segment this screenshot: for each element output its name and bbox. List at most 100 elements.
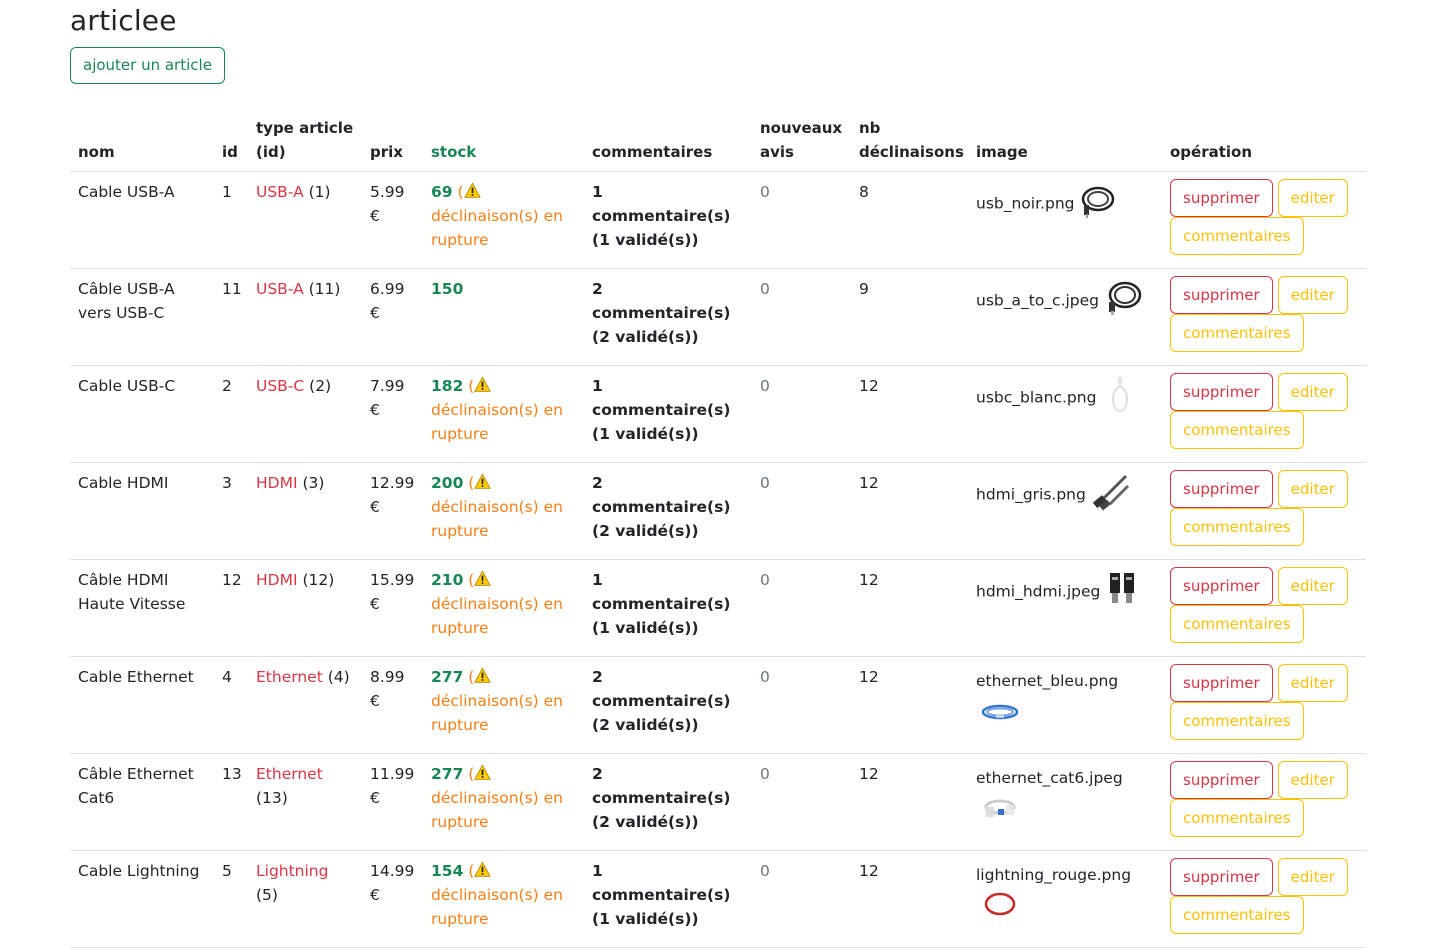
warning-icon <box>474 570 492 589</box>
comments-button[interactable]: commentaires <box>1170 314 1304 352</box>
article-name: Cable HDMI <box>78 474 169 492</box>
article-image-filename: usb_a_to_c.jpeg <box>976 291 1100 310</box>
article-declinaisons-count: 12 <box>859 571 879 589</box>
header-declinaisons: nb déclinaisons <box>851 116 968 172</box>
article-type-link[interactable]: HDMI <box>256 474 298 492</box>
edit-button[interactable]: editer <box>1277 761 1348 799</box>
cell-commentaires: 1 commentaire(s) (1 validé(s)) <box>584 365 752 463</box>
comments-button[interactable]: commentaires <box>1170 508 1304 546</box>
edit-button[interactable]: editer <box>1277 373 1348 411</box>
cell-avis: 0 <box>752 462 851 560</box>
warning-icon <box>474 861 492 880</box>
comments-button[interactable]: commentaires <box>1170 217 1304 255</box>
cell-nom: Cable Lightning <box>70 850 214 948</box>
header-commentaires: commentaires <box>584 116 752 172</box>
article-type-link[interactable]: Lightning <box>256 862 328 880</box>
article-price: 5.99 € <box>370 183 405 225</box>
article-comments-count: 2 commentaire(s) (2 validé(s)) <box>592 280 731 346</box>
white-usb-c-cable-thumbnail <box>1100 375 1140 415</box>
cell-stock: 200 ( déclinaison(s) en rupture <box>423 462 584 560</box>
article-new-reviews: 0 <box>760 668 770 686</box>
article-new-reviews: 0 <box>760 377 770 395</box>
delete-button[interactable]: supprimer <box>1170 567 1273 605</box>
article-type-link[interactable]: USB-A <box>256 183 304 201</box>
blue-ethernet-cable-thumbnail <box>980 690 1020 730</box>
comments-button[interactable]: commentaires <box>1170 799 1304 837</box>
table-body: Cable USB-A 1 USB-A (1) 5.99 € 69 ( décl… <box>70 171 1366 948</box>
cell-type: HDMI (12) <box>248 559 362 657</box>
article-type-link[interactable]: HDMI <box>256 571 298 589</box>
comments-button[interactable]: commentaires <box>1170 411 1304 449</box>
cell-operation: supprimer editer commentaires <box>1162 462 1366 560</box>
article-type-link[interactable]: Ethernet <box>256 668 323 686</box>
article-price: 12.99 € <box>370 474 415 516</box>
edit-button[interactable]: editer <box>1277 567 1348 605</box>
article-type-id: (5) <box>256 886 278 904</box>
warning-icon <box>463 182 481 201</box>
cell-avis: 0 <box>752 365 851 463</box>
warning-text: déclinaison(s) en rupture <box>431 401 563 443</box>
article-new-reviews: 0 <box>760 183 770 201</box>
add-article-button[interactable]: ajouter un article <box>70 47 225 84</box>
edit-button[interactable]: editer <box>1277 276 1348 314</box>
cell-stock: 210 ( déclinaison(s) en rupture <box>423 559 584 657</box>
cell-id: 5 <box>214 850 248 948</box>
delete-button[interactable]: supprimer <box>1170 858 1273 896</box>
cell-prix: 7.99 € <box>362 365 423 463</box>
comments-button[interactable]: commentaires <box>1170 702 1304 740</box>
comments-button[interactable]: commentaires <box>1170 605 1304 643</box>
cell-operation: supprimer editer commentaires <box>1162 850 1366 948</box>
article-type-link[interactable]: USB-C <box>256 377 304 395</box>
delete-button[interactable]: supprimer <box>1170 276 1273 314</box>
cell-avis: 0 <box>752 268 851 366</box>
cell-id: 2 <box>214 365 248 463</box>
article-type-id: (13) <box>256 789 288 807</box>
cell-type: USB-A (11) <box>248 268 362 366</box>
delete-button[interactable]: supprimer <box>1170 761 1273 799</box>
cell-image: lightning_rouge.png <box>968 850 1162 948</box>
edit-button[interactable]: editer <box>1277 470 1348 508</box>
cell-stock: 182 ( déclinaison(s) en rupture <box>423 365 584 463</box>
delete-button[interactable]: supprimer <box>1170 470 1273 508</box>
cell-type: HDMI (3) <box>248 462 362 560</box>
edit-button[interactable]: editer <box>1277 858 1348 896</box>
article-new-reviews: 0 <box>760 474 770 492</box>
article-id: 1 <box>222 183 232 201</box>
delete-button[interactable]: supprimer <box>1170 664 1273 702</box>
article-stock: 210 <box>431 571 464 589</box>
cell-id: 4 <box>214 656 248 754</box>
delete-button[interactable]: supprimer <box>1170 179 1273 217</box>
article-type-id: (3) <box>302 474 325 492</box>
delete-button[interactable]: supprimer <box>1170 373 1273 411</box>
article-id: 2 <box>222 377 232 395</box>
warning-text: déclinaison(s) en rupture <box>431 498 563 540</box>
white-ethernet-cat6-thumbnail <box>980 787 1020 827</box>
article-name: Câble Ethernet Cat6 <box>78 765 194 807</box>
cell-commentaires: 2 commentaire(s) (2 validé(s)) <box>584 656 752 754</box>
cell-nom: Cable USB-A <box>70 171 214 269</box>
article-type-link[interactable]: USB-A <box>256 280 304 298</box>
article-comments-count: 1 commentaire(s) (1 validé(s)) <box>592 571 731 637</box>
article-type-id: (1) <box>308 183 331 201</box>
cell-id: 11 <box>214 268 248 366</box>
edit-button[interactable]: editer <box>1277 664 1348 702</box>
cell-avis: 0 <box>752 753 851 851</box>
cell-image: usbc_blanc.png <box>968 365 1162 463</box>
cell-image: usb_a_to_c.jpeg <box>968 268 1162 366</box>
warning-icon <box>474 764 492 783</box>
edit-button[interactable]: editer <box>1277 179 1348 217</box>
cell-stock: 277 ( déclinaison(s) en rupture <box>423 753 584 851</box>
cell-declinaisons: 9 <box>851 268 968 366</box>
cell-declinaisons: 12 <box>851 559 968 657</box>
article-declinaisons-count: 12 <box>859 765 879 783</box>
cell-stock: 69 ( déclinaison(s) en rupture <box>423 171 584 269</box>
comments-button[interactable]: commentaires <box>1170 896 1304 934</box>
article-new-reviews: 0 <box>760 765 770 783</box>
cell-image: ethernet_cat6.jpeg <box>968 753 1162 851</box>
table-header-row: nom id type article (id) prix stock comm… <box>70 116 1366 172</box>
article-type-id: (2) <box>309 377 332 395</box>
page-title: articlee <box>70 4 177 37</box>
article-comments-count: 1 commentaire(s) (1 validé(s)) <box>592 183 731 249</box>
article-stock: 277 <box>431 765 464 783</box>
article-type-link[interactable]: Ethernet <box>256 765 323 783</box>
